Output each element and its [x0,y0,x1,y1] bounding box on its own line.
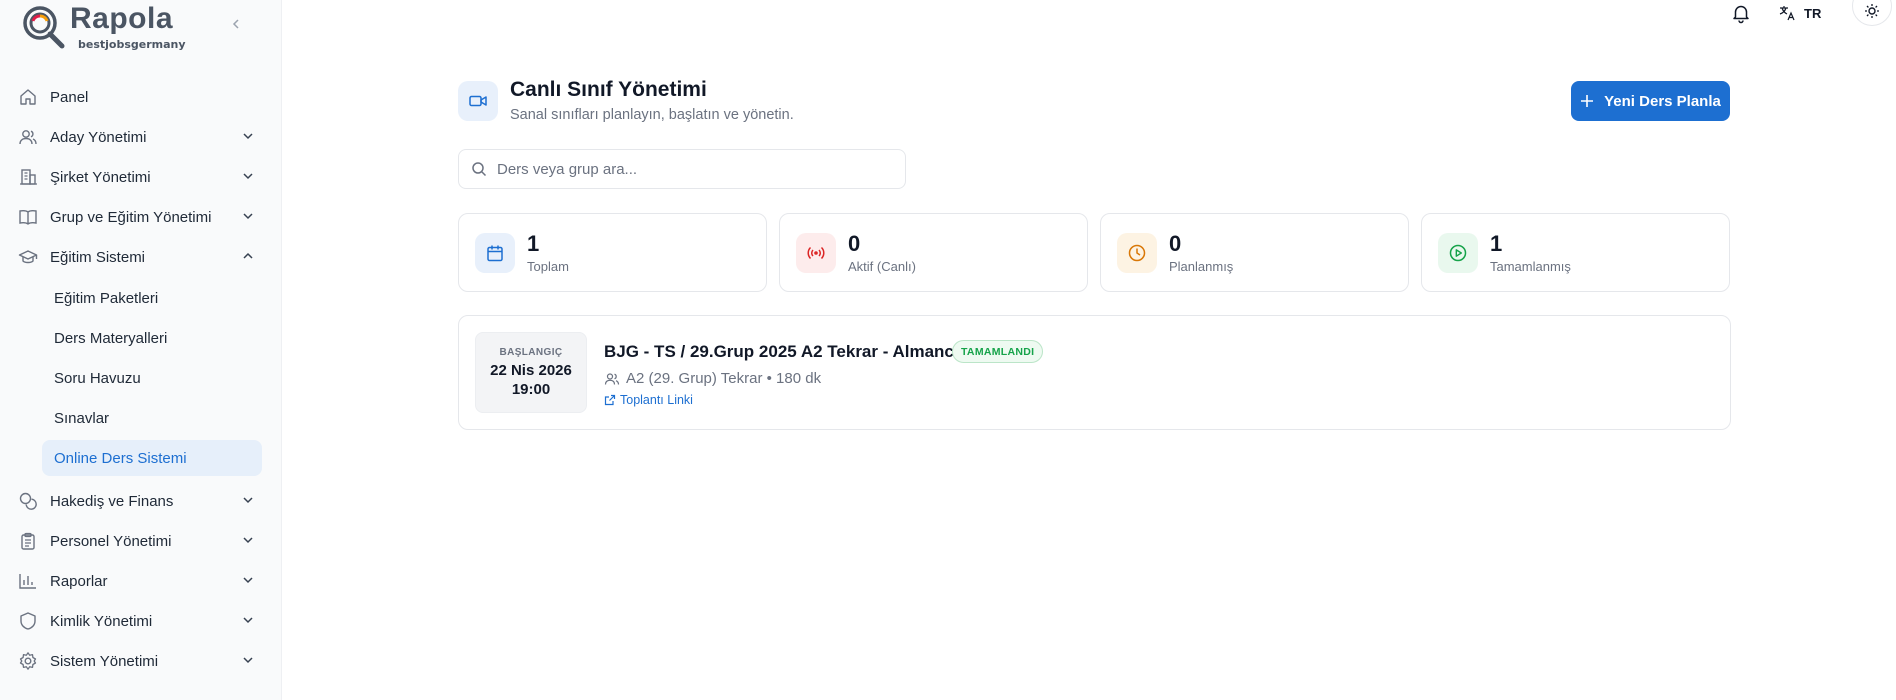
logo-mark-icon [23,6,65,49]
gear-icon [18,651,38,671]
stat-label: Planlanmış [1169,259,1234,274]
sidebar-subitem-sinavlar[interactable]: Sınavlar [42,400,262,436]
stat-label: Toplam [527,259,569,274]
chevron-down-icon [243,213,253,220]
chevron-down-icon [243,497,253,504]
lesson-title: BJG - TS / 29.Grup 2025 A2 Tekrar - Alma… [604,342,964,361]
lesson-meta-text: A2 (29. Grup) Tekrar • 180 dk [626,370,822,387]
page-title: Canlı Sınıf Yönetimi [510,78,707,101]
sidebar-item-panel[interactable]: Panel [18,80,262,114]
sidebar-subitem-egitim-paketleri[interactable]: Eğitim Paketleri [42,280,262,316]
lesson-meta: A2 (29. Grup) Tekrar • 180 dk [604,370,821,387]
calendar-icon [475,233,515,273]
stat-value: 1 [527,231,540,256]
shield-icon [18,611,38,631]
brand-logo[interactable]: Rapola bestjobsgermany [20,2,250,51]
bell-icon [1733,5,1749,24]
users-icon [604,372,620,385]
bar-chart-icon [18,571,38,591]
chevron-down-icon [243,133,253,140]
brand-subtitle: bestjobsgermany [78,38,186,51]
sidebar-item-personel[interactable]: Personel Yönetimi [18,524,262,558]
lesson-time: 19:00 [511,381,551,398]
status-badge: TAMAMLANDI [952,340,1044,363]
building-icon [18,167,38,187]
sun-icon [1865,4,1879,18]
chevron-up-icon [243,252,253,259]
coins-icon [18,491,38,511]
users-icon [18,127,38,147]
meeting-link-label: Toplantı Linki [620,393,693,407]
search-icon [472,162,487,177]
sidebar-item-label: Hakediş ve Finans [50,492,174,510]
stat-card-total: 1 Toplam [458,213,767,292]
sidebar-item-egitim-sistemi[interactable]: Eğitim Sistemi [18,240,262,274]
lesson-date: 22 Nis 2026 [490,362,572,379]
play-circle-icon [1438,233,1478,273]
search-box[interactable] [458,149,906,189]
language-code: TR [1804,5,1822,21]
clipboard-icon [18,531,38,551]
lesson-date-box: BAŞLANGIÇ 22 Nis 2026 19:00 [475,332,587,413]
sidebar-item-grup-egitim[interactable]: Grup ve Eğitim Yönetimi [18,200,262,234]
language-switcher[interactable]: TR [1778,2,1821,24]
stat-value: 1 [1490,231,1503,256]
sidebar-item-sistem[interactable]: Sistem Yönetimi [18,644,262,678]
sidebar-item-label: Raporlar [50,572,108,590]
lesson-card[interactable]: BAŞLANGIÇ 22 Nis 2026 19:00 BJG - TS / 2… [458,315,1731,430]
sidebar-item-label: Eğitim Sistemi [50,248,146,266]
stat-card-active: 0 Aktif (Canlı) [779,213,1088,292]
sidebar-item-label: Aday Yönetimi [50,128,147,146]
stat-value: 0 [848,231,861,256]
sidebar-item-label: Panel [50,88,89,106]
page-subtitle: Sanal sınıfları planlayın, başlatın ve y… [510,107,794,123]
sidebar-item-raporlar[interactable]: Raporlar [18,564,262,598]
stat-card-planned: 0 Planlanmış [1100,213,1409,292]
brand-name: Rapola [70,2,174,35]
sidebar-item-label: Kimlik Yönetimi [50,612,153,630]
sidebar-item-sirket[interactable]: Şirket Yönetimi [18,160,262,194]
sidebar-item-kimlik[interactable]: Kimlik Yönetimi [18,604,262,638]
sidebar-subitem-online-ders-sistemi[interactable]: Online Ders Sistemi [42,440,262,476]
clock-icon [1117,233,1157,273]
video-camera-icon [458,81,498,121]
plus-icon [1581,95,1594,107]
sidebar-item-label: Sistem Yönetimi [50,652,159,670]
sidebar-item-label: Grup ve Eğitim Yönetimi [50,208,212,226]
sidebar-item-label: Personel Yönetimi [50,532,172,550]
meeting-link[interactable]: Toplantı Linki [604,393,693,407]
chevron-down-icon [243,617,253,624]
start-label: BAŞLANGIÇ [499,347,563,358]
stat-label: Tamamlanmış [1490,259,1571,274]
sidebar-item-aday[interactable]: Aday Yönetimi [18,120,262,154]
external-link-icon [604,394,616,406]
chevron-down-icon [243,577,253,584]
broadcast-icon [796,233,836,273]
notifications-button[interactable] [1730,2,1752,24]
collapse-sidebar-button[interactable] [226,14,246,34]
chevron-left-icon [232,19,239,29]
sidebar-item-label: Şirket Yönetimi [50,168,151,186]
search-input[interactable] [497,160,897,178]
graduation-cap-icon [18,247,38,267]
stat-value: 0 [1169,231,1182,256]
stat-label: Aktif (Canlı) [848,259,916,274]
new-lesson-label: Yeni Ders Planla [1604,92,1721,110]
sidebar-subitem-soru-havuzu[interactable]: Soru Havuzu [42,360,262,396]
chevron-down-icon [243,657,253,664]
translate-icon [1779,6,1795,21]
sidebar-item-hakedis-finans[interactable]: Hakediş ve Finans [18,484,262,518]
chevron-down-icon [243,537,253,544]
stat-card-completed: 1 Tamamlanmış [1421,213,1730,292]
theme-toggle-button[interactable] [1852,0,1892,26]
chevron-down-icon [243,173,253,180]
book-icon [18,207,38,227]
home-icon [18,87,38,107]
sidebar-subitem-ders-materyalleri[interactable]: Ders Materyalleri [42,320,262,356]
new-lesson-button[interactable]: Yeni Ders Planla [1571,81,1730,121]
sidebar: Rapola bestjobsgermany Panel Aday Yöneti… [0,0,282,700]
